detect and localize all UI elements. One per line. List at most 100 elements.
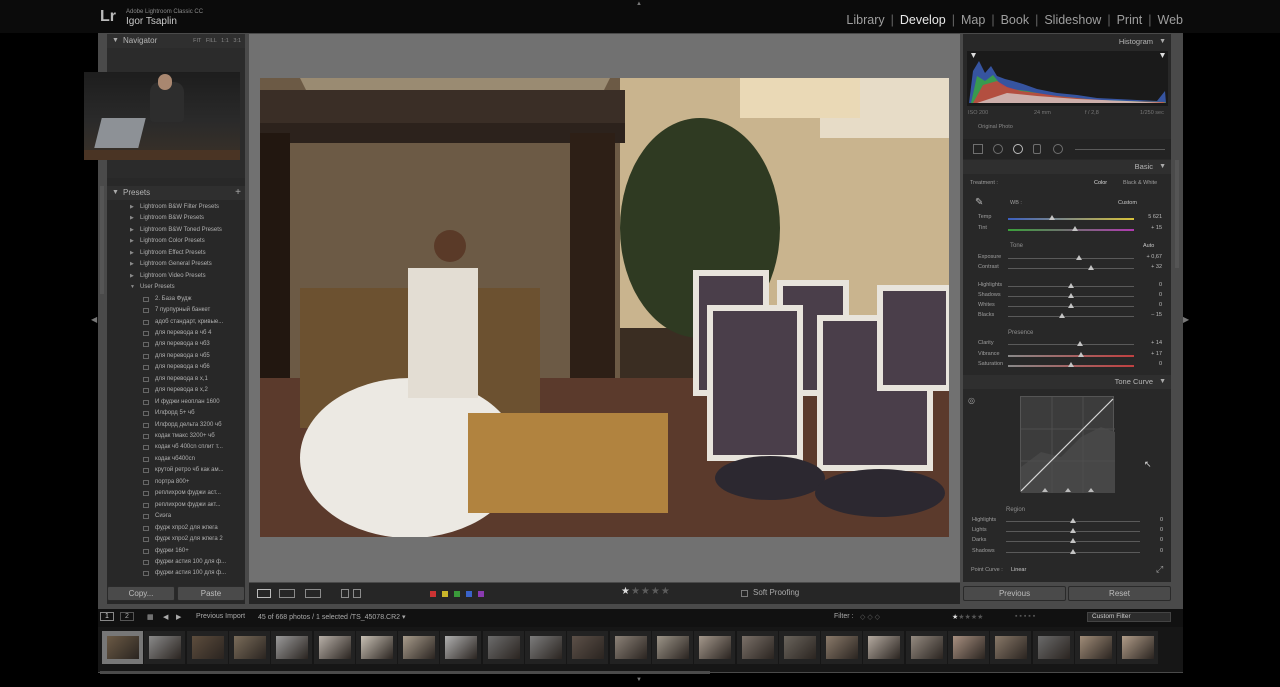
module-book[interactable]: Book [1001, 13, 1030, 27]
slider-thumb-whites[interactable] [1068, 303, 1074, 308]
auto-tone-button[interactable]: Auto [1143, 243, 1154, 249]
tone-curve-header[interactable]: Tone Curve ▼ [963, 375, 1171, 389]
slider-track-clarity[interactable] [1008, 344, 1134, 345]
filmstrip-thumbnail[interactable] [1074, 631, 1116, 664]
treatment-color[interactable]: Color [1094, 180, 1107, 186]
left-panel-arrow-icon[interactable]: ◀ [91, 315, 97, 324]
preset-item[interactable]: портра 800+ [107, 477, 245, 488]
slider-value-vibrance[interactable]: + 17 [1132, 351, 1162, 357]
filmstrip-thumbnail[interactable] [1032, 631, 1074, 664]
slider-value-tint[interactable]: + 15 [1132, 225, 1162, 231]
reject-flag-icon[interactable] [353, 589, 361, 598]
slider-track-exposure[interactable] [1008, 258, 1134, 259]
wb-eyedropper-icon[interactable]: ✎ [975, 197, 983, 208]
expanded-triangle-icon[interactable]: ▼ [130, 282, 135, 293]
red-eye-icon[interactable] [1013, 144, 1023, 154]
filmstrip-thumbnail[interactable] [948, 631, 989, 664]
slider-thumb-shadows[interactable] [1070, 549, 1076, 554]
filmstrip-thumbnail[interactable] [228, 631, 270, 664]
grid-view-icon[interactable]: ▦ [147, 613, 154, 621]
back-arrow-icon[interactable]: ◀ [163, 613, 168, 621]
slider-thumb-exposure[interactable] [1075, 255, 1082, 260]
filmstrip-thumbnail[interactable] [1117, 631, 1159, 664]
paste-button[interactable]: Paste [177, 586, 245, 601]
preset-item[interactable]: реплихром фуджи аст... [107, 488, 245, 499]
collapse-triangle-icon[interactable]: ▼ [1159, 160, 1166, 174]
slider-thumb-lights[interactable] [1070, 528, 1076, 533]
flag-icon[interactable] [341, 589, 349, 598]
preset-item[interactable]: кодак тмакс 3200+ чб [107, 431, 245, 442]
slider-value-exposure[interactable]: + 0,67 [1132, 254, 1162, 260]
slider-value-saturation[interactable]: 0 [1132, 361, 1162, 367]
slider-value-contrast[interactable]: + 32 [1132, 264, 1162, 270]
slider-value-shadows[interactable]: 0 [1133, 548, 1163, 554]
filmstrip-thumbnail[interactable] [821, 631, 863, 664]
target-adjust-icon[interactable]: ◎ [968, 396, 975, 405]
filmstrip-thumbnail[interactable] [863, 631, 905, 664]
slider-thumb-vibrance[interactable] [1078, 352, 1085, 357]
slider-thumb-highlights[interactable] [1070, 518, 1076, 523]
zoom-modes[interactable]: FIT FILL 1:1 3:1 [193, 34, 241, 48]
preset-item[interactable]: фудж хпро2 для жпега [107, 523, 245, 534]
rating-stars-empty-icon[interactable]: ★★★★ [631, 586, 671, 597]
slider-value-darks[interactable]: 0 [1133, 537, 1163, 543]
yellow-label-icon[interactable] [442, 591, 448, 597]
brush-size-track[interactable] [1075, 149, 1165, 150]
preset-folder[interactable]: ▶ Lightroom B&W Filter Presets [107, 202, 245, 213]
graduated-filter-icon[interactable] [1033, 144, 1041, 154]
preset-item[interactable]: для перевода в чб5 [107, 351, 245, 362]
page-1[interactable]: 1 [100, 612, 114, 621]
preset-item[interactable]: фуджи астия 100 для ф... [107, 568, 245, 579]
rating-stars[interactable]: ★★★★★ [621, 586, 671, 597]
green-label-icon[interactable] [454, 591, 460, 597]
basic-header[interactable]: Basic ▼ [963, 160, 1171, 174]
left-scrollbar[interactable] [100, 186, 104, 294]
collapse-triangle-icon[interactable]: ▼ [112, 34, 119, 48]
preset-item[interactable]: Илфорд дельта 3200 чб [107, 420, 245, 431]
filmstrip-info[interactable]: 45 of 668 photos / 1 selected /TS_45078.… [258, 613, 406, 621]
radial-filter-icon[interactable] [1053, 144, 1063, 154]
preset-item[interactable]: Илфорд 5+ чб [107, 408, 245, 419]
preset-item[interactable]: фудж хпро2 для жпега 2 [107, 534, 245, 545]
copy-button[interactable]: Copy... [107, 586, 175, 601]
slider-thumb-temp[interactable] [1049, 215, 1056, 220]
preset-item[interactable]: фуджи 160+ [107, 546, 245, 557]
preset-item[interactable]: для перевода в х,1 [107, 374, 245, 385]
preset-item[interactable]: для перевода в чб3 [107, 339, 245, 350]
wb-select[interactable]: Custom [1118, 200, 1137, 206]
preset-folder[interactable]: ▶ Lightroom B&W Toned Presets [107, 225, 245, 236]
filter-colors-icon[interactable]: ▪ ▪ ▪ ▪ ▪ [1015, 613, 1035, 620]
right-scrollbar[interactable] [1175, 160, 1179, 268]
purple-label-icon[interactable] [478, 591, 484, 597]
filmstrip-thumbnail[interactable] [398, 631, 440, 664]
preset-folder[interactable]: ▶ Lightroom B&W Presets [107, 213, 245, 224]
preset-folder[interactable]: ▼ User Presets [107, 282, 245, 293]
filmstrip-thumbnail[interactable] [313, 631, 355, 664]
preset-item[interactable]: кодак чб 400cn сплит т... [107, 442, 245, 453]
module-library[interactable]: Library [846, 13, 884, 27]
module-slideshow[interactable]: Slideshow [1044, 13, 1101, 27]
previous-button[interactable]: Previous [963, 586, 1066, 601]
filmstrip-thumbnail[interactable] [609, 631, 651, 664]
red-label-icon[interactable] [430, 591, 436, 597]
collapse-triangle-icon[interactable]: ▼ [1159, 35, 1166, 49]
filmstrip-thumbnail[interactable] [567, 631, 609, 664]
filmstrip-thumbnail[interactable] [102, 631, 143, 664]
filter-stars[interactable]: ★★★★★ [952, 613, 983, 621]
crop-icon[interactable] [973, 144, 983, 154]
filmstrip-thumbnail[interactable] [990, 631, 1032, 664]
slider-value-whites[interactable]: 0 [1132, 302, 1162, 308]
collapsed-triangle-icon[interactable]: ▶ [130, 202, 134, 213]
preset-item[interactable]: 7 пурпурный банкет [107, 305, 245, 316]
collapsed-triangle-icon[interactable]: ▶ [130, 248, 134, 259]
slider-thumb-shadows[interactable] [1068, 293, 1074, 298]
histogram[interactable] [967, 51, 1168, 106]
filmstrip-thumbnail[interactable] [144, 631, 186, 664]
filmstrip-thumbnail[interactable] [778, 631, 820, 664]
filmstrip-thumbnail[interactable] [736, 631, 778, 664]
collapse-triangle-icon[interactable]: ▼ [1159, 375, 1166, 389]
point-curve-select[interactable]: Linear [1011, 567, 1026, 573]
slider-value-lights[interactable]: 0 [1133, 527, 1163, 533]
preset-item[interactable]: для перевода в чб 4 [107, 328, 245, 339]
navigator-header[interactable]: ▼ Navigator FIT FILL 1:1 3:1 [107, 34, 245, 48]
